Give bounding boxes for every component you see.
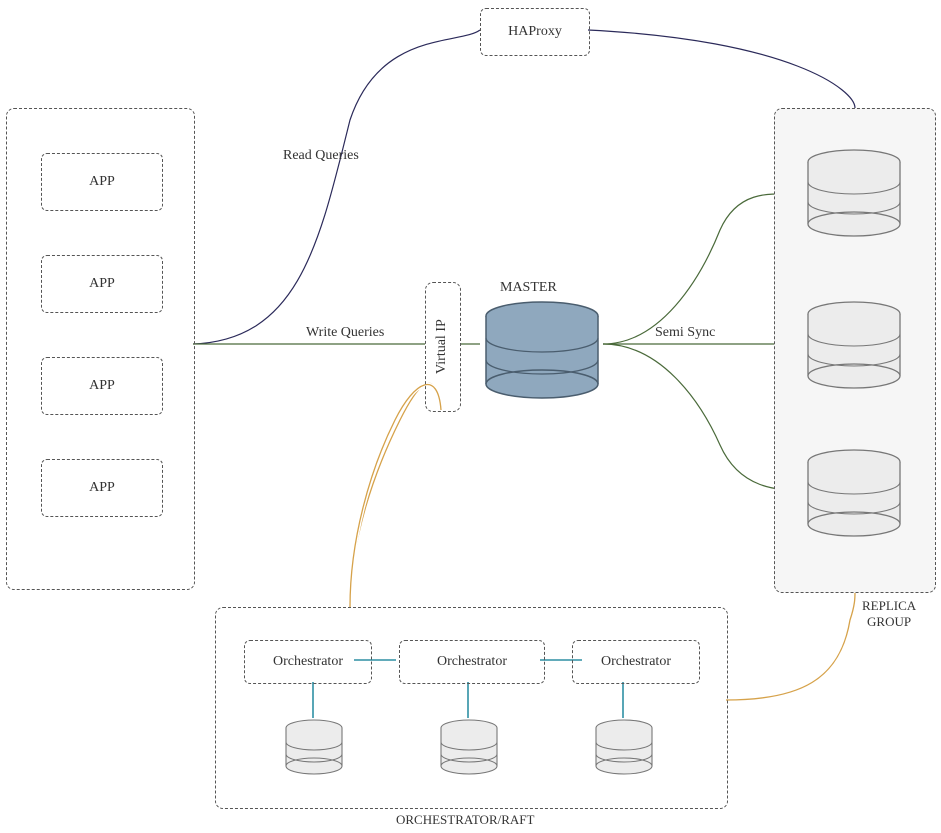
write-queries-label: Write Queries	[306, 325, 384, 341]
orchestrator-box-2: Orchestrator	[399, 640, 545, 684]
haproxy-label: HAProxy	[508, 24, 562, 40]
orchestrator-box-1: Orchestrator	[244, 640, 372, 684]
app-box-3: APP	[41, 357, 163, 415]
apps-group: APP APP APP APP	[6, 108, 195, 590]
orchestrator-label: Orchestrator	[437, 654, 507, 670]
orchestrator-group-label: ORCHESTRATOR/RAFT	[396, 812, 534, 828]
app-label: APP	[89, 174, 115, 190]
replica-group-label: REPLICA GROUP	[862, 598, 916, 630]
virtual-ip-label: Virtual IP	[434, 301, 450, 393]
edge-orch-to-vip	[350, 383, 441, 607]
app-label: APP	[89, 378, 115, 394]
replica-db-1-icon	[802, 148, 906, 245]
edge-orch-to-vip-clean	[350, 385, 441, 607]
orch-db-1-icon	[281, 718, 347, 783]
orchestrator-box-3: Orchestrator	[572, 640, 700, 684]
orch-db-2-icon	[436, 718, 502, 783]
orchestrator-label: Orchestrator	[601, 654, 671, 670]
app-label: APP	[89, 480, 115, 496]
replica-db-2-icon	[802, 300, 906, 397]
edge-haproxy-to-replicas	[588, 30, 855, 108]
orchestrator-group-box: Orchestrator Orchestrator Orchestrator	[215, 607, 728, 809]
master-label: MASTER	[500, 280, 557, 296]
replica-db-3-icon	[802, 448, 906, 545]
app-box-2: APP	[41, 255, 163, 313]
orchestrator-label: Orchestrator	[273, 654, 343, 670]
app-label: APP	[89, 276, 115, 292]
semi-sync-label: Semi Sync	[655, 325, 715, 341]
orch-db-3-icon	[591, 718, 657, 783]
architecture-diagram: HAProxy APP APP APP APP Virtual IP MASTE…	[0, 0, 941, 833]
edge-orch-to-replicas	[726, 592, 855, 700]
haproxy-box: HAProxy	[480, 8, 590, 56]
read-queries-label: Read Queries	[283, 148, 359, 164]
master-db-icon	[480, 300, 604, 405]
edge-master-to-replica-3	[603, 344, 798, 490]
app-box-1: APP	[41, 153, 163, 211]
app-box-4: APP	[41, 459, 163, 517]
virtual-ip-box: Virtual IP	[425, 282, 461, 412]
edge-master-to-replica-1	[603, 194, 798, 344]
